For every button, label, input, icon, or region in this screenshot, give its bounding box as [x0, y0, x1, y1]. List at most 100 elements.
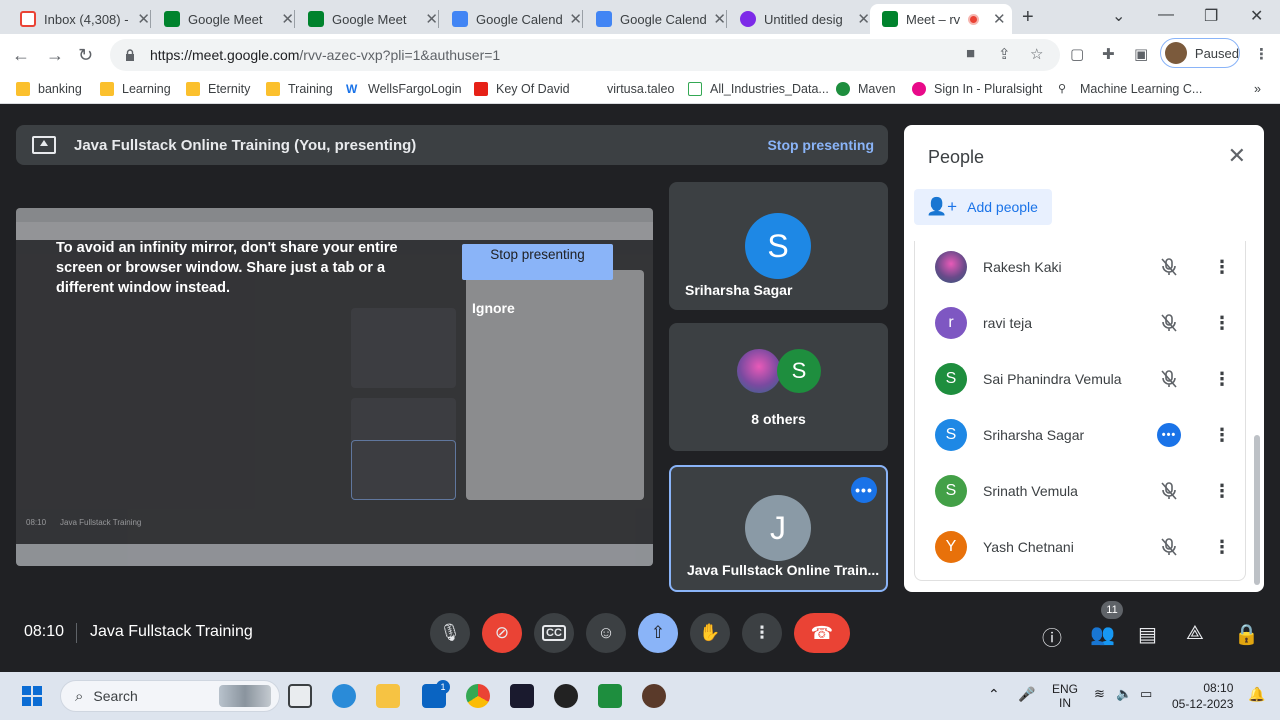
extension-icon[interactable]: ▢: [1070, 45, 1084, 63]
more-options-icon[interactable]: ⋮: [1213, 369, 1231, 390]
more-options-icon[interactable]: ⋮: [1213, 425, 1231, 446]
camera-in-use-icon[interactable]: ■: [966, 45, 975, 62]
mic-off-icon[interactable]: [1159, 537, 1179, 557]
reload-icon[interactable]: ↻: [78, 45, 93, 66]
bookmark-item[interactable]: Maven: [836, 82, 896, 96]
participant-tile[interactable]: S Sriharsha Sagar: [669, 182, 888, 310]
app-icon[interactable]: [554, 684, 578, 708]
bookmark-item[interactable]: Eternity: [186, 82, 250, 96]
edge-icon[interactable]: [332, 684, 356, 708]
forward-icon[interactable]: →: [46, 45, 64, 66]
mic-off-icon[interactable]: [1159, 369, 1179, 389]
url-bar[interactable]: https://meet.google.com/rvv-azec-vxp?pli…: [110, 39, 1060, 71]
close-tab-icon[interactable]: ✕: [137, 10, 150, 28]
taskbar-clock[interactable]: 08:10 05-12-2023: [1172, 680, 1233, 712]
more-options-icon[interactable]: ⋮: [1213, 537, 1231, 558]
windows-start-icon[interactable]: [22, 686, 42, 706]
camera-off-button[interactable]: ⊘: [482, 613, 522, 653]
present-now-button[interactable]: ⇧: [638, 613, 678, 653]
panel-scrollbar[interactable]: [1254, 435, 1260, 585]
more-options-icon[interactable]: ⋮: [1213, 257, 1231, 278]
excel-icon[interactable]: [598, 684, 622, 708]
participant-row[interactable]: r ravi teja ⋮: [915, 295, 1247, 351]
browser-tab[interactable]: Inbox (4,308) - ✕: [8, 4, 150, 34]
browser-tab[interactable]: Google Calend ✕: [584, 4, 726, 34]
ignore-button[interactable]: Ignore: [472, 300, 515, 316]
captions-button[interactable]: CC: [534, 613, 574, 653]
host-controls-icon[interactable]: 🔒: [1234, 622, 1259, 647]
restore-icon[interactable]: ❐: [1204, 6, 1218, 26]
participant-tile-others[interactable]: S 8 others: [669, 323, 888, 451]
puzzle-icon[interactable]: ✚: [1102, 45, 1115, 63]
bookmark-item[interactable]: ⚲ Machine Learning C...: [1058, 82, 1202, 96]
bookmark-item[interactable]: W WellsFargoLogin: [346, 82, 462, 96]
close-window-icon[interactable]: ✕: [1250, 6, 1263, 26]
mic-off-icon[interactable]: [1159, 257, 1179, 277]
share-icon[interactable]: ⇪: [998, 45, 1011, 63]
bookmarks-overflow[interactable]: »: [1254, 82, 1261, 96]
more-options-dots-icon[interactable]: •••: [851, 477, 877, 503]
bookmark-item[interactable]: Sign In - Pluralsight: [912, 82, 1042, 96]
participant-row[interactable]: Y Yash Chetnani ⋮: [915, 519, 1247, 575]
minimize-icon[interactable]: —: [1158, 6, 1174, 24]
browser-tab[interactable]: Google Meet ✕: [296, 4, 438, 34]
reactions-button[interactable]: ☺: [586, 613, 626, 653]
participant-row[interactable]: Rakesh Kaki ⋮: [915, 239, 1247, 295]
participant-row[interactable]: S Sriharsha Sagar ••• ⋮: [915, 407, 1247, 463]
browser-tab[interactable]: Google Meet ✕: [152, 4, 294, 34]
bookmark-item[interactable]: virtusa.taleo: [585, 82, 674, 96]
close-icon[interactable]: ✕: [1228, 143, 1246, 169]
bookmark-item[interactable]: All_Industries_Data...: [688, 82, 829, 96]
microphone-button[interactable]: 🎙: [430, 613, 470, 653]
volume-icon[interactable]: 🔈: [1116, 686, 1132, 702]
close-tab-icon[interactable]: ✕: [713, 10, 726, 28]
taskbar-search-box[interactable]: ⌕ Search: [60, 680, 280, 712]
self-tile[interactable]: J ••• Java Fullstack Online Train...: [669, 465, 888, 592]
side-panel-icon[interactable]: ▣: [1134, 45, 1148, 63]
chrome-icon[interactable]: [466, 684, 490, 708]
stop-presenting-button[interactable]: Stop presenting: [462, 244, 613, 280]
people-icon[interactable]: 👥: [1090, 622, 1115, 647]
close-tab-icon[interactable]: ✕: [281, 10, 294, 28]
browser-tab[interactable]: Google Calend ✕: [440, 4, 582, 34]
close-tab-icon[interactable]: ✕: [425, 10, 438, 28]
webex-icon[interactable]: [510, 684, 534, 708]
activities-icon[interactable]: ⟁: [1186, 622, 1204, 645]
tab-search-icon[interactable]: ⌄: [1112, 6, 1125, 26]
chat-icon[interactable]: ▤: [1138, 622, 1157, 647]
app-icon[interactable]: [642, 684, 666, 708]
battery-icon[interactable]: ▭: [1140, 686, 1152, 702]
more-options-icon[interactable]: ⋮: [1213, 481, 1231, 502]
bookmark-item[interactable]: Learning: [100, 82, 171, 96]
menu-kebab-icon[interactable]: ⋮: [1254, 45, 1269, 63]
wifi-icon[interactable]: ≋: [1094, 686, 1105, 702]
mic-off-icon[interactable]: [1159, 481, 1179, 501]
task-view-icon[interactable]: [288, 684, 312, 708]
raise-hand-button[interactable]: ✋: [690, 613, 730, 653]
bookmark-item[interactable]: Training: [266, 82, 333, 96]
more-options-button[interactable]: ⋮: [742, 613, 782, 653]
language-indicator[interactable]: ENG IN: [1052, 682, 1078, 710]
leave-call-button[interactable]: ☎: [794, 613, 850, 653]
notification-bell-icon[interactable]: 🔔: [1248, 686, 1265, 703]
browser-tab-active[interactable]: Meet – rv ✕: [870, 4, 1012, 34]
show-hidden-icons[interactable]: ⌃: [988, 686, 1000, 703]
file-explorer-icon[interactable]: [376, 684, 400, 708]
bookmark-item[interactable]: banking: [16, 82, 82, 96]
bookmark-item[interactable]: Key Of David: [474, 82, 570, 96]
participant-row[interactable]: S Sai Phanindra Vemula ⋮: [915, 351, 1247, 407]
participant-row[interactable]: S Srinath Vemula ⋮: [915, 463, 1247, 519]
browser-tab[interactable]: Untitled desig ✕: [728, 4, 870, 34]
add-people-button[interactable]: 👤+ Add people: [914, 189, 1052, 225]
stop-presenting-link[interactable]: Stop presenting: [767, 137, 874, 153]
close-tab-icon[interactable]: ✕: [993, 10, 1006, 28]
meeting-details-icon[interactable]: ⓘ: [1042, 622, 1062, 651]
bookmark-star-icon[interactable]: ☆: [1030, 45, 1043, 63]
mic-tray-icon[interactable]: 🎤: [1018, 686, 1035, 703]
new-tab-icon[interactable]: +: [1022, 6, 1034, 29]
mic-off-icon[interactable]: [1159, 313, 1179, 333]
close-tab-icon[interactable]: ✕: [569, 10, 582, 28]
profile-button[interactable]: Paused: [1160, 38, 1240, 68]
more-options-icon[interactable]: ⋮: [1213, 313, 1231, 334]
close-tab-icon[interactable]: ✕: [857, 10, 870, 28]
